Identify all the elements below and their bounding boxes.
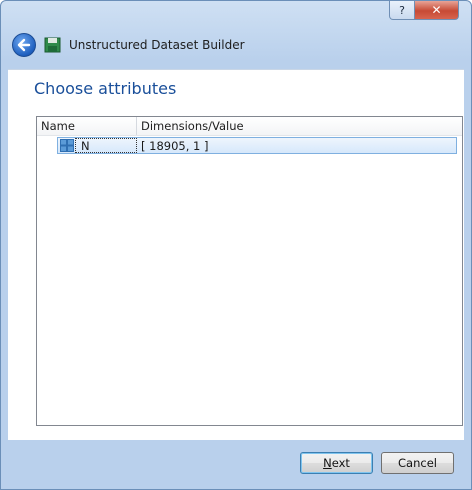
window-title: Unstructured Dataset Builder	[69, 38, 245, 52]
column-divider[interactable]	[136, 117, 137, 135]
column-header-name[interactable]: Name	[41, 119, 75, 133]
button-bar: Next Cancel	[1, 439, 471, 489]
next-mnemonic: N	[323, 456, 332, 470]
close-button[interactable]: ✕	[414, 1, 459, 20]
attribute-value: [ 18905, 1 ]	[141, 139, 209, 153]
grid-attribute-icon	[60, 139, 74, 152]
help-icon: ?	[399, 3, 405, 17]
title-bar: ? ✕ Unstructured Dataset Builder	[1, 1, 471, 63]
cancel-button[interactable]: Cancel	[381, 452, 454, 474]
back-button[interactable]	[12, 33, 36, 57]
back-arrow-icon	[17, 38, 31, 52]
page-heading: Choose attributes	[34, 79, 177, 98]
column-header-dimensions[interactable]: Dimensions/Value	[141, 119, 244, 133]
next-label: ext	[331, 456, 350, 470]
wizard-page: Choose attributes Name Dimensions/Value …	[8, 69, 464, 440]
close-icon: ✕	[431, 3, 442, 17]
app-icon	[44, 37, 61, 53]
attribute-name: N	[81, 139, 90, 153]
next-button[interactable]: Next	[300, 452, 373, 474]
tree-header: Name Dimensions/Value	[37, 117, 462, 136]
attributes-tree[interactable]: Name Dimensions/Value N [ 18905, 1 ]	[36, 116, 463, 426]
dialog-window: ? ✕ Unstructured Dataset Builder Choose …	[0, 0, 472, 490]
help-button[interactable]: ?	[389, 1, 415, 20]
tree-row[interactable]: N [ 18905, 1 ]	[57, 137, 457, 154]
